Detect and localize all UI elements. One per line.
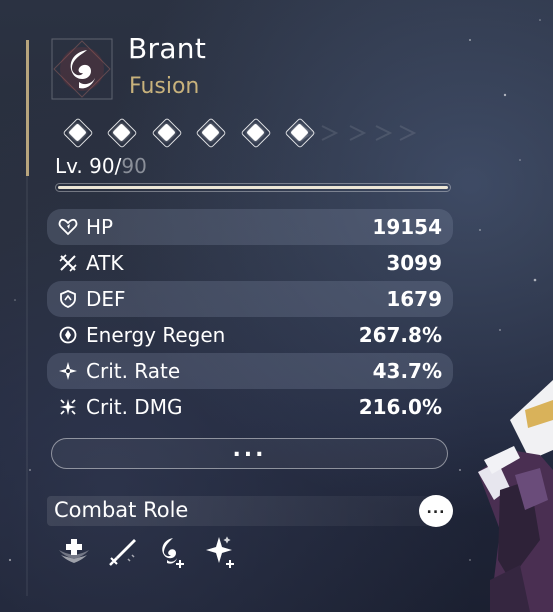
combat-role-info-button[interactable]: ...	[419, 495, 453, 527]
stat-row-def[interactable]: DEF 1679	[47, 281, 453, 317]
level-progress-fill	[58, 186, 448, 189]
character-artwork	[478, 380, 553, 612]
accent-bar	[26, 40, 29, 176]
stat-value: 43.7%	[372, 359, 442, 383]
stats-list: HP 19154 ATK 3099 DEF 1679 Energy Regen 267.8% C…	[47, 209, 453, 425]
stat-label: DEF	[86, 287, 126, 311]
sequence-node-6-icon[interactable]	[284, 117, 316, 149]
character-name: Brant	[128, 32, 207, 65]
level-prefix: Lv.	[55, 154, 90, 178]
crit-amplify-role-icon[interactable]	[204, 535, 238, 569]
stat-label: ATK	[86, 251, 124, 275]
stat-value: 1679	[386, 287, 442, 311]
sequence-node-1-icon[interactable]	[62, 117, 94, 149]
healer-role-icon[interactable]	[57, 535, 91, 569]
stat-row-crit-dmg[interactable]: Crit. DMG 216.0%	[47, 389, 453, 425]
combat-role-list	[57, 535, 238, 569]
combat-role-info-label: ...	[426, 501, 446, 517]
stat-value: 267.8%	[358, 323, 442, 347]
stat-row-hp[interactable]: HP 19154	[47, 209, 453, 245]
stat-value: 19154	[372, 215, 442, 239]
sequence-node-4-icon[interactable]	[195, 117, 227, 149]
stat-label: Energy Regen	[86, 323, 226, 347]
fusion-swirl-icon	[51, 38, 113, 100]
stat-row-atk[interactable]: ATK 3099	[47, 245, 453, 281]
dps-role-icon[interactable]	[106, 535, 140, 569]
level-max: 90	[121, 154, 147, 178]
level-current: 90	[89, 154, 115, 178]
more-stats-button[interactable]: ...	[51, 438, 448, 469]
level-progress-bar	[55, 183, 451, 192]
sequence-node-5-icon[interactable]	[240, 117, 272, 149]
decorative-divider	[26, 176, 28, 596]
def-shield-icon	[57, 288, 79, 310]
stat-value: 3099	[386, 251, 442, 275]
stat-label: Crit. DMG	[86, 395, 183, 419]
energy-regen-icon	[57, 324, 79, 346]
stat-row-crit-rate[interactable]: Crit. Rate 43.7%	[47, 353, 453, 389]
stat-value: 216.0%	[358, 395, 442, 419]
stat-label: HP	[86, 215, 114, 239]
fusion-amplify-role-icon[interactable]	[155, 535, 189, 569]
stat-row-energy-regen[interactable]: Energy Regen 267.8%	[47, 317, 453, 353]
sequence-node-3-icon[interactable]	[151, 117, 183, 149]
hp-heart-icon	[57, 216, 79, 238]
more-stats-label: ...	[232, 436, 267, 462]
combat-role-title: Combat Role	[54, 498, 189, 522]
sequence-nodes	[60, 117, 420, 149]
stat-label: Crit. Rate	[86, 359, 181, 383]
crit-rate-icon	[57, 360, 79, 382]
atk-swords-icon	[57, 252, 79, 274]
element-label: Fusion	[129, 74, 200, 99]
crit-dmg-icon	[57, 396, 79, 418]
level-display: Lv. 90/90	[55, 154, 147, 178]
sequence-node-2-icon[interactable]	[106, 117, 138, 149]
